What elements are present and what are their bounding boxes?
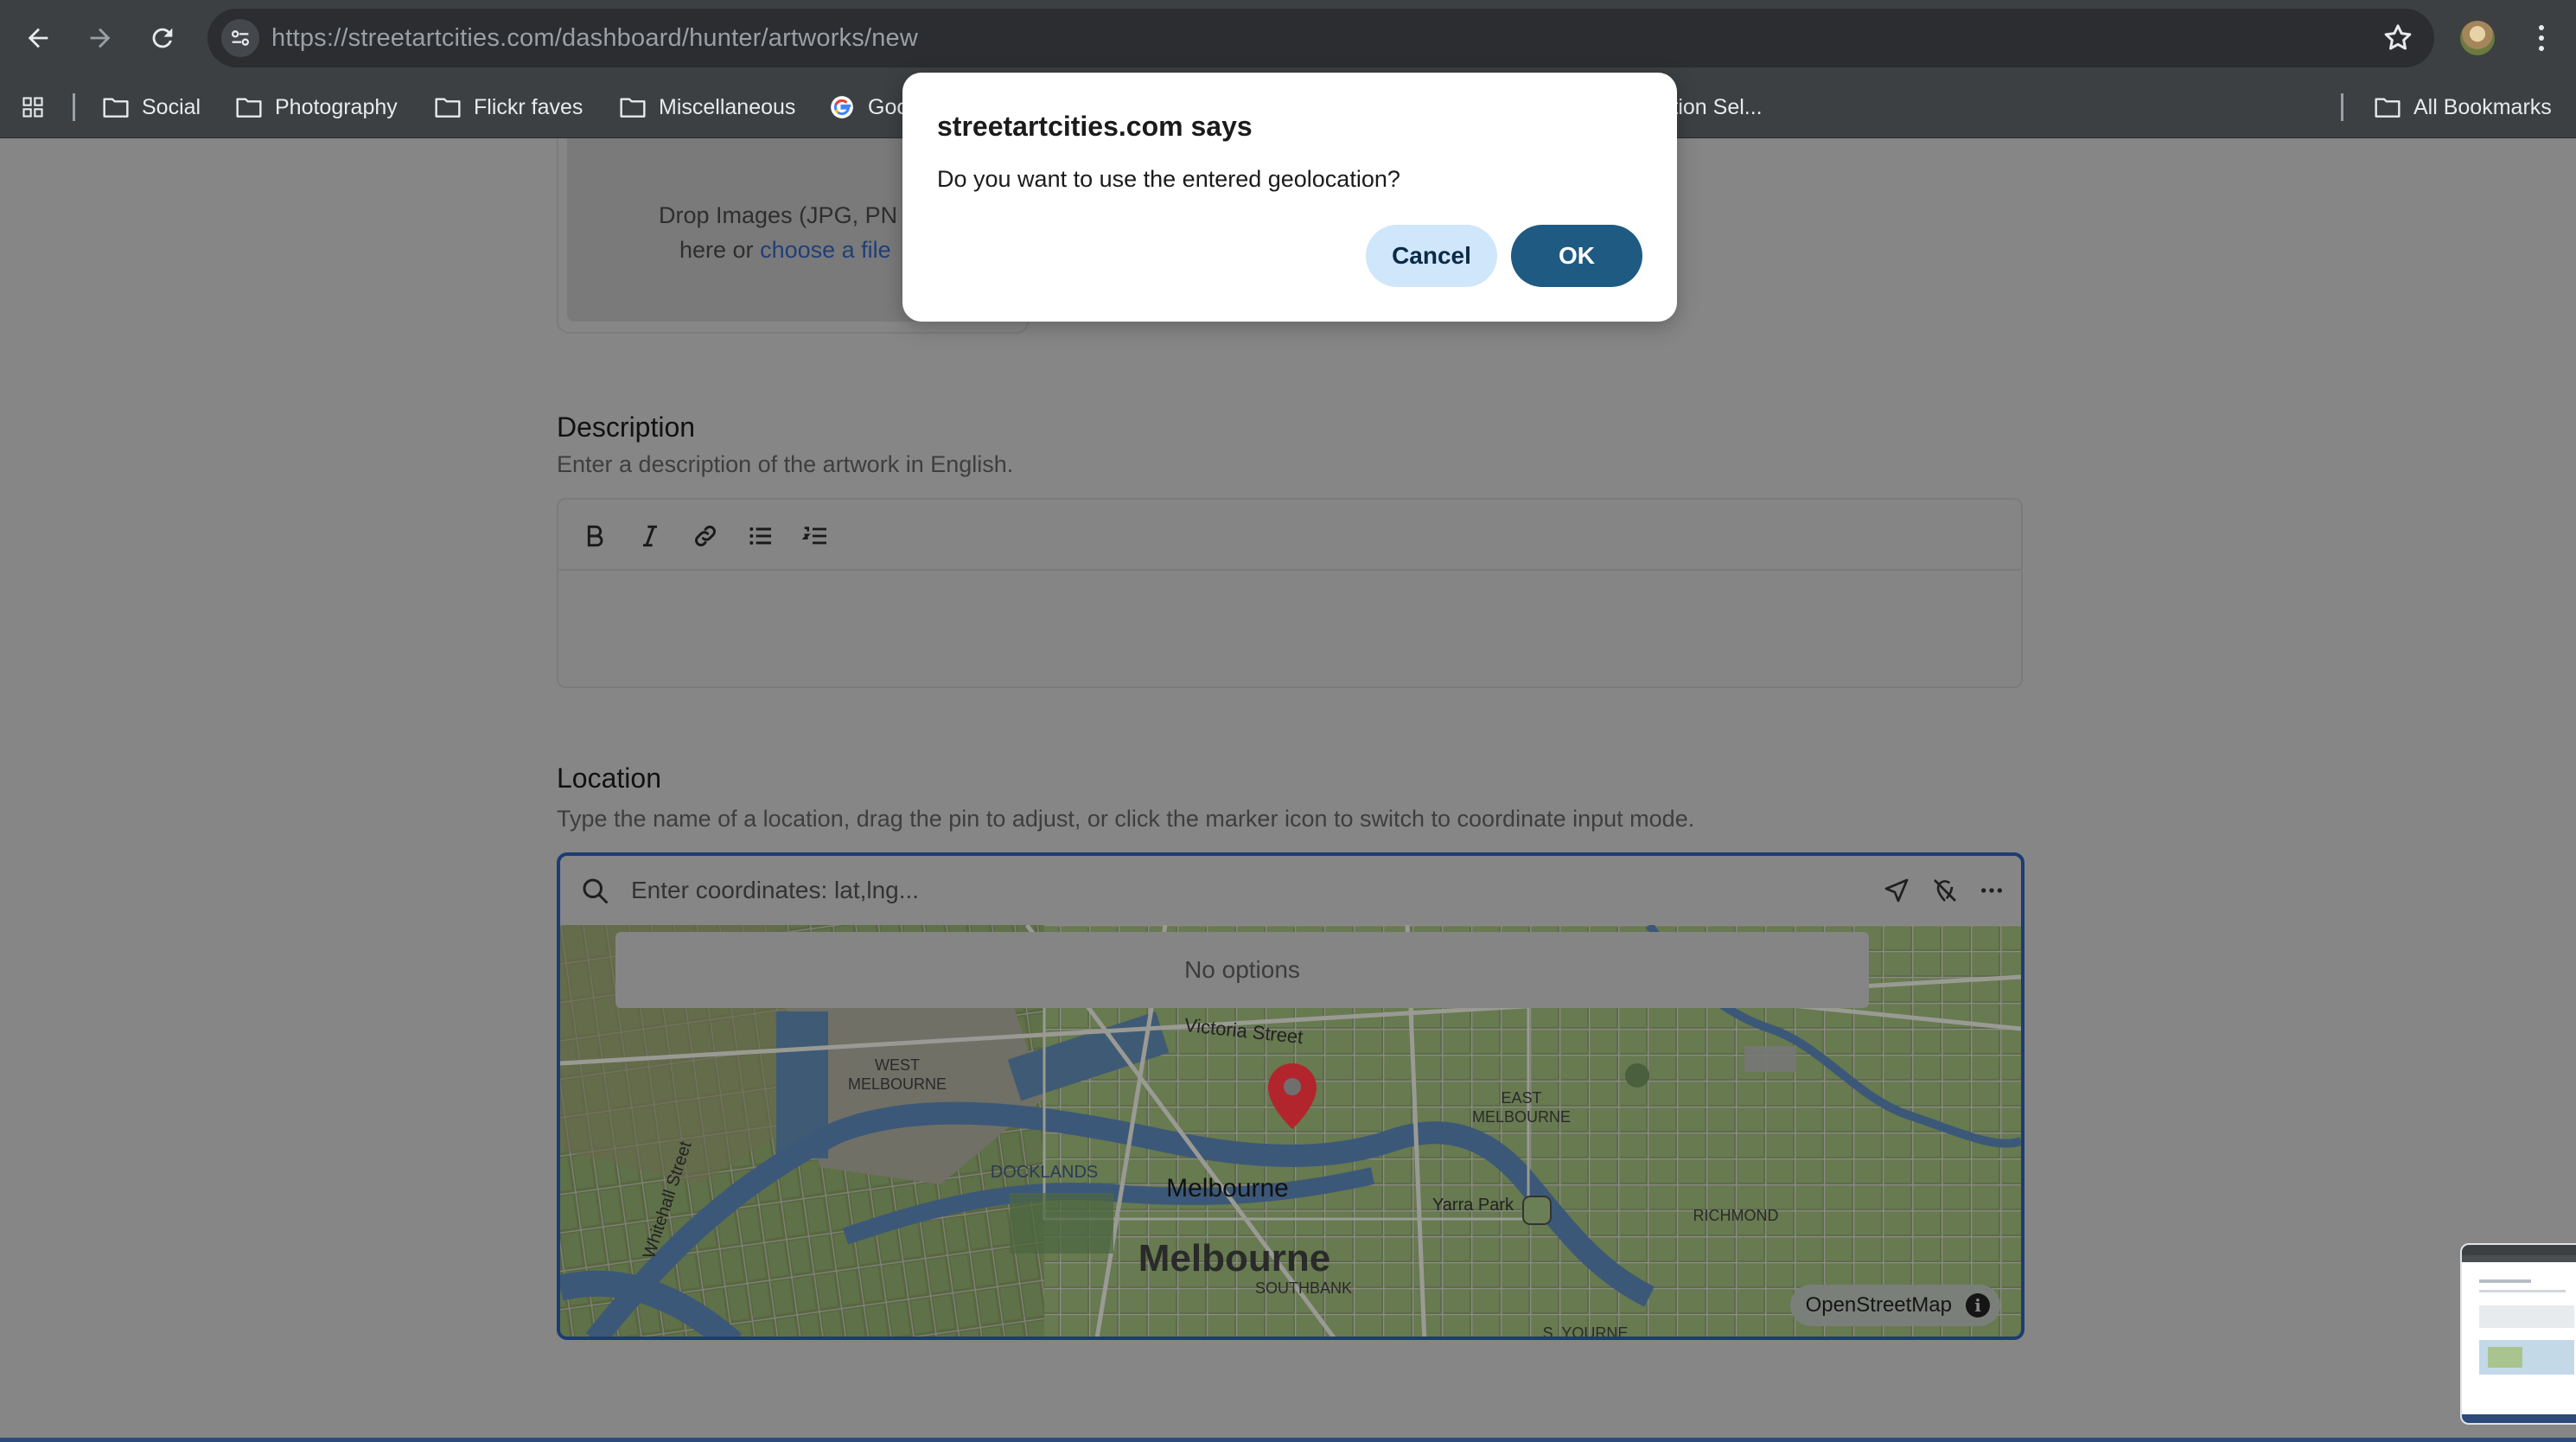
location-title: Location xyxy=(557,762,661,794)
profile-avatar[interactable] xyxy=(2460,21,2495,55)
geolocate-button[interactable] xyxy=(1879,873,1914,908)
map-label-west: WEST xyxy=(875,1056,920,1074)
geolocation-confirm-dialog: streetartcities.com says Do you want to … xyxy=(902,73,1677,322)
bullet-list-icon xyxy=(749,527,771,545)
attribution-text: OpenStreetMap xyxy=(1805,1293,1952,1317)
marker-off-icon xyxy=(1934,879,1956,902)
folder-icon xyxy=(620,98,646,118)
map-label-south-yarra: S. YOURNE xyxy=(1543,1324,1629,1340)
choose-file-link[interactable]: choose a file xyxy=(760,237,891,263)
description-subtitle: Enter a description of the artwork in En… xyxy=(557,451,1014,477)
reload-button[interactable] xyxy=(138,14,187,62)
ok-button[interactable]: OK xyxy=(1511,225,1642,287)
arrow-left-icon xyxy=(28,28,48,48)
browser-menu-button[interactable] xyxy=(2524,16,2559,61)
browser-toolbar: https://streetartcities.com/dashboard/hu… xyxy=(0,0,2576,76)
url-path: /dashboard/hunter/artworks/new xyxy=(554,24,919,52)
link-button[interactable] xyxy=(686,517,724,555)
map-label-richmond: RICHMOND xyxy=(1693,1207,1779,1224)
folder-icon xyxy=(236,98,262,118)
bookmarks-separator xyxy=(2341,93,2343,121)
all-bookmarks-button[interactable]: All Bookmarks xyxy=(2374,90,2552,124)
editor-toolbar xyxy=(558,500,2021,571)
search-icon xyxy=(583,878,608,903)
all-bookmarks-label: All Bookmarks xyxy=(2413,94,2552,119)
bookmark-google[interactable]: Goo xyxy=(828,90,909,124)
bookmark-folder-social[interactable]: Social xyxy=(102,90,201,124)
bold-button[interactable] xyxy=(576,517,614,555)
map-attribution: OpenStreetMap i xyxy=(1789,1285,2000,1326)
numbered-list-button[interactable] xyxy=(797,517,835,555)
tune-icon xyxy=(231,30,250,46)
screenshot-thumbnail[interactable] xyxy=(2460,1243,2576,1425)
arrow-right-icon xyxy=(90,28,111,48)
folder-icon xyxy=(103,98,129,118)
description-title: Description xyxy=(557,412,696,443)
numbered-list-icon xyxy=(802,526,826,545)
italic-icon xyxy=(643,525,657,547)
dropzone-text-2: here or choose a file xyxy=(679,237,891,264)
bookmark-folder-photography[interactable]: Photography xyxy=(235,90,398,124)
dropzone-prefix: here or xyxy=(679,237,761,263)
map-label-yarra-park: Yarra Park xyxy=(1432,1196,1514,1215)
google-icon xyxy=(831,96,853,118)
bookmark-folder-flickr-faves[interactable]: Flickr faves xyxy=(434,90,583,124)
more-horizontal-icon xyxy=(1981,888,2002,893)
forward-button[interactable] xyxy=(76,14,124,62)
link-icon xyxy=(695,526,716,546)
bookmark-star-icon[interactable] xyxy=(2381,21,2415,55)
bullet-list-button[interactable] xyxy=(742,517,780,555)
url-text: https://streetartcities.com/dashboard/hu… xyxy=(271,24,918,53)
map-label-east-melbourne: MELBOURNE xyxy=(1472,1108,1571,1126)
bold-icon xyxy=(587,525,603,547)
autocomplete-no-options: No options xyxy=(615,932,1869,1008)
bookmark-folder-miscellaneous[interactable]: Miscellaneous xyxy=(619,90,795,124)
back-button[interactable] xyxy=(14,14,62,62)
reload-icon xyxy=(152,28,173,48)
bottom-edge xyxy=(0,1438,2576,1442)
map-label-southbank: SOUTHBANK xyxy=(1255,1279,1352,1297)
map-label-docklands: DOCKLANDS xyxy=(991,1163,1098,1182)
bookmark-label: Social xyxy=(142,94,201,119)
map-label-east: EAST xyxy=(1501,1089,1541,1107)
thumbnail-preview-icon xyxy=(2462,1245,2576,1423)
dialog-title: streetartcities.com says xyxy=(937,111,1253,142)
coordinates-input[interactable] xyxy=(631,871,1755,909)
bookmark-label: Flickr faves xyxy=(474,94,583,119)
address-bar[interactable]: https://streetartcities.com/dashboard/hu… xyxy=(207,9,2434,67)
site-settings-button[interactable] xyxy=(221,19,259,57)
bookmark-label: Miscellaneous xyxy=(659,94,796,119)
map-label-west-melbourne: MELBOURNE xyxy=(848,1075,947,1093)
bookmark-label: Photography xyxy=(275,94,398,119)
info-icon[interactable]: i xyxy=(1966,1293,1990,1318)
more-options-button[interactable] xyxy=(1974,873,2009,908)
park-icon xyxy=(1522,1196,1552,1225)
folder-icon xyxy=(435,98,461,118)
location-search-bar xyxy=(560,856,2021,925)
page-content: Drop Images (JPG, PN here or choose a fi… xyxy=(0,138,2576,1442)
dialog-message: Do you want to use the entered geolocati… xyxy=(937,166,1400,192)
map-label-melbourne: Melbourne xyxy=(1138,1237,1330,1279)
dropzone-text: Drop Images (JPG, PN xyxy=(659,202,898,228)
cancel-button[interactable]: Cancel xyxy=(1366,225,1497,287)
description-editor[interactable] xyxy=(557,498,2023,688)
apps-grid-icon xyxy=(22,97,43,118)
location-subtitle: Type the name of a location, drag the pi… xyxy=(557,806,1695,832)
italic-button[interactable] xyxy=(631,517,669,555)
navigation-arrow-icon xyxy=(1884,878,1909,903)
folder-icon xyxy=(2375,98,2401,118)
marker-mode-button[interactable] xyxy=(1928,873,1962,908)
location-map-widget: Melbourne Melbourne Victoria Street WEST… xyxy=(557,852,2024,1340)
apps-button[interactable] xyxy=(19,90,47,124)
url-host: https://streetartcities.com xyxy=(271,24,555,52)
map-label-melbourne-shadow: Melbourne xyxy=(1166,1174,1289,1203)
bookmarks-separator xyxy=(73,93,75,121)
